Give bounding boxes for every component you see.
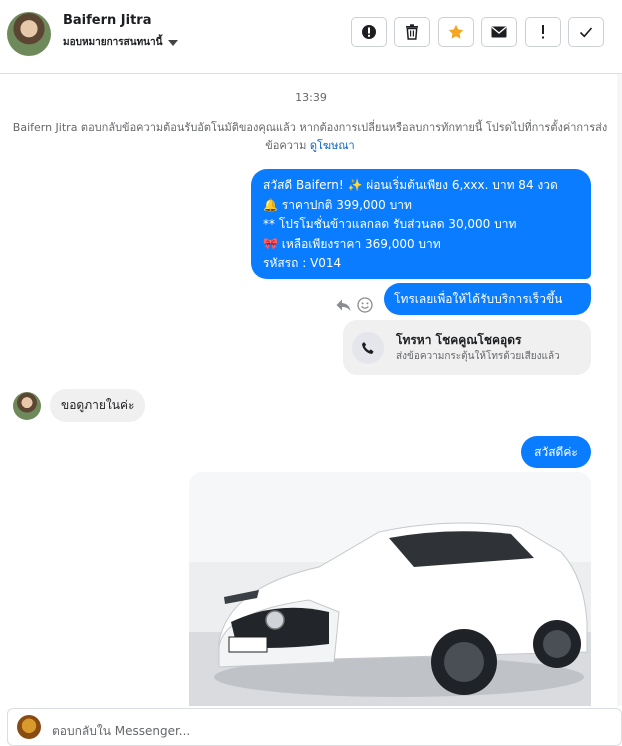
mark-done-button[interactable]: [568, 17, 604, 47]
trash-icon: [406, 24, 418, 40]
emoji-react-icon[interactable]: [357, 297, 373, 313]
call-card-subtitle: ส่งข้อความกระตุ้นให้โทรด้วยเสียงแล้ว: [396, 351, 560, 362]
star-button[interactable]: [438, 17, 474, 47]
outgoing-message[interactable]: โทรเลยเพื่อให้ได้รับบริการเร็วขึ้น: [384, 283, 591, 315]
report-button[interactable]: [351, 17, 387, 47]
mark-unread-button[interactable]: [481, 17, 517, 47]
call-request-card[interactable]: โทรหา โชคคูณโชคอุดร ส่งข้อความกระตุ้นให้…: [343, 320, 591, 375]
system-notice: Baifern Jitra ตอบกลับข้อความต้อนรับอัตโน…: [10, 119, 610, 155]
reply-icon[interactable]: [336, 299, 351, 312]
phone-icon: [352, 332, 384, 364]
conversation-header: Baifern Jitra มอบหมายการสนทนานี้: [0, 0, 622, 74]
star-icon: [448, 24, 464, 39]
delete-button[interactable]: [394, 17, 430, 47]
message-line: 🎀 เหลือเพียงราคา 369,000 บาท: [263, 236, 441, 251]
reply-composer[interactable]: ตอบกลับใน Messenger...: [7, 708, 622, 746]
assign-label: มอบหมายการสนทนานี้: [63, 37, 163, 48]
message-line: 🔔 ราคาปกติ 399,000 บาท: [263, 197, 412, 212]
report-icon: [362, 25, 376, 39]
outgoing-message[interactable]: สวัสดี Baifern! ✨ ผ่อนเริ่มต้นเพียง 6,xx…: [251, 169, 591, 279]
exclamation-icon: [542, 25, 544, 39]
check-icon: [579, 27, 593, 38]
mail-icon: [491, 26, 507, 38]
incoming-message[interactable]: ขอดูภายในค่ะ: [50, 389, 146, 422]
avatar: [13, 392, 41, 420]
car-photo[interactable]: [189, 472, 591, 706]
reply-input[interactable]: ตอบกลับใน Messenger...: [52, 722, 190, 741]
message-thread: 13:39 Baifern Jitra ตอบกลับข้อความต้อนรั…: [0, 74, 622, 706]
chevron-down-icon: [168, 39, 179, 46]
car-image: [189, 472, 591, 706]
view-ad-link[interactable]: ดูโฆษณา: [310, 139, 355, 152]
contact-name[interactable]: Baifern Jitra: [63, 13, 152, 28]
outgoing-message[interactable]: สวัสดีค่ะ: [521, 436, 591, 468]
scrollbar[interactable]: [617, 74, 622, 706]
avatar[interactable]: [7, 12, 51, 56]
call-card-title: โทรหา โชคคูณโชคอุดร: [396, 333, 522, 347]
message-timestamp: 13:39: [295, 91, 327, 104]
assign-conversation-dropdown[interactable]: มอบหมายการสนทนานี้: [63, 35, 179, 50]
page-avatar: [17, 715, 41, 739]
message-line: ** โปรโมชั่นข้าวแลกลด รับส่วนลด 30,000 บ…: [263, 217, 517, 231]
message-line: รหัสรถ : V014: [263, 256, 342, 270]
message-actions: [336, 296, 376, 316]
message-line: สวัสดี Baifern! ✨ ผ่อนเริ่มต้นเพียง 6,xx…: [263, 178, 558, 192]
mark-important-button[interactable]: [525, 17, 561, 47]
